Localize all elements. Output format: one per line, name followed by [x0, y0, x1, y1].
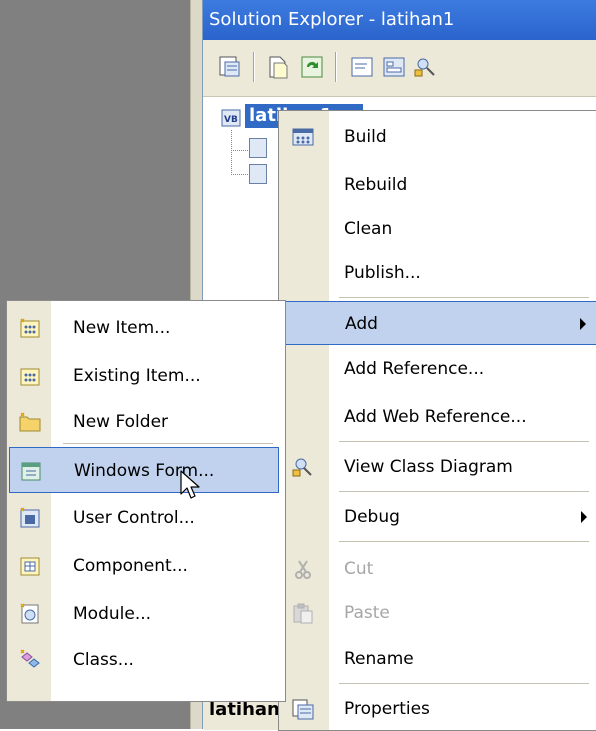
component-icon	[20, 557, 40, 576]
tree-connector	[231, 130, 250, 151]
solution-explorer-toolbar	[203, 40, 596, 97]
paste-icon	[293, 603, 313, 624]
tree-item-icon[interactable]	[249, 138, 267, 158]
view-designer-icon[interactable]	[381, 54, 407, 80]
menu-separator	[339, 541, 589, 542]
submenu-item-user-control[interactable]: User Control...	[7, 495, 285, 541]
solution-explorer-title: Solution Explorer - latihan1	[203, 0, 596, 40]
menu-item-rename[interactable]: Rename	[279, 637, 596, 681]
vb-project-icon: VB	[221, 109, 241, 127]
class-icon	[20, 649, 40, 668]
folder-icon	[19, 412, 41, 432]
menu-item-debug[interactable]: Debug	[279, 495, 596, 539]
module-icon	[20, 603, 39, 624]
user-control-icon	[20, 507, 40, 528]
mouse-cursor-icon	[180, 470, 200, 499]
menu-separator	[63, 443, 273, 444]
tree-connector	[231, 150, 250, 175]
menu-item-paste[interactable]: Paste	[279, 591, 596, 635]
show-all-files-icon[interactable]	[265, 54, 291, 80]
menu-item-view-class-diagram[interactable]: View Class Diagram	[279, 445, 596, 489]
menu-item-properties[interactable]: Properties	[279, 687, 596, 731]
class-diagram-icon	[292, 458, 312, 477]
menu-item-add-reference[interactable]: Add Reference...	[279, 347, 596, 391]
build-icon	[292, 128, 314, 146]
class-diagram-toolbar-icon[interactable]	[413, 54, 439, 80]
project-context-menu: Build Rebuild Clean Publish... Add Add R…	[278, 110, 596, 731]
scissors-icon	[295, 560, 311, 579]
menu-separator	[339, 297, 589, 298]
menu-item-cut[interactable]: Cut	[279, 547, 596, 591]
svg-text:VB: VB	[224, 115, 238, 125]
menu-separator	[339, 441, 589, 442]
submenu-item-new-item[interactable]: New Item...	[7, 305, 285, 351]
submenu-item-existing-item[interactable]: Existing Item...	[7, 353, 285, 399]
bottom-tab[interactable]: latihan	[209, 699, 280, 720]
menu-item-add[interactable]: Add	[279, 301, 596, 345]
submenu-arrow-icon	[580, 318, 586, 330]
existing-item-icon	[20, 368, 40, 386]
menu-separator	[339, 683, 589, 684]
refresh-icon[interactable]	[299, 54, 325, 80]
menu-separator	[339, 491, 589, 492]
submenu-item-windows-form[interactable]: Windows Form...	[9, 447, 279, 493]
properties-icon	[292, 699, 314, 720]
properties-toolbar-icon[interactable]	[217, 54, 243, 80]
submenu-arrow-icon	[581, 511, 587, 523]
submenu-item-module[interactable]: Module...	[7, 591, 285, 637]
menu-item-add-web-reference[interactable]: Add Web Reference...	[279, 395, 596, 439]
toolbar-separator	[335, 52, 337, 82]
tree-item-icon[interactable]	[249, 164, 267, 184]
submenu-item-class[interactable]: Class...	[7, 637, 285, 683]
toolbar-separator	[253, 52, 255, 82]
submenu-item-component[interactable]: Component...	[7, 543, 285, 589]
windows-form-icon	[21, 462, 41, 481]
menu-item-clean[interactable]: Clean	[279, 207, 596, 251]
add-submenu: New Item... Existing Item... New Folder …	[6, 300, 286, 702]
menu-item-publish[interactable]: Publish...	[279, 251, 596, 295]
view-code-icon[interactable]	[349, 54, 375, 80]
menu-item-rebuild[interactable]: Rebuild	[279, 163, 596, 207]
menu-item-build[interactable]: Build	[279, 115, 596, 159]
submenu-item-new-folder[interactable]: New Folder	[7, 399, 285, 445]
new-item-icon	[20, 318, 40, 338]
